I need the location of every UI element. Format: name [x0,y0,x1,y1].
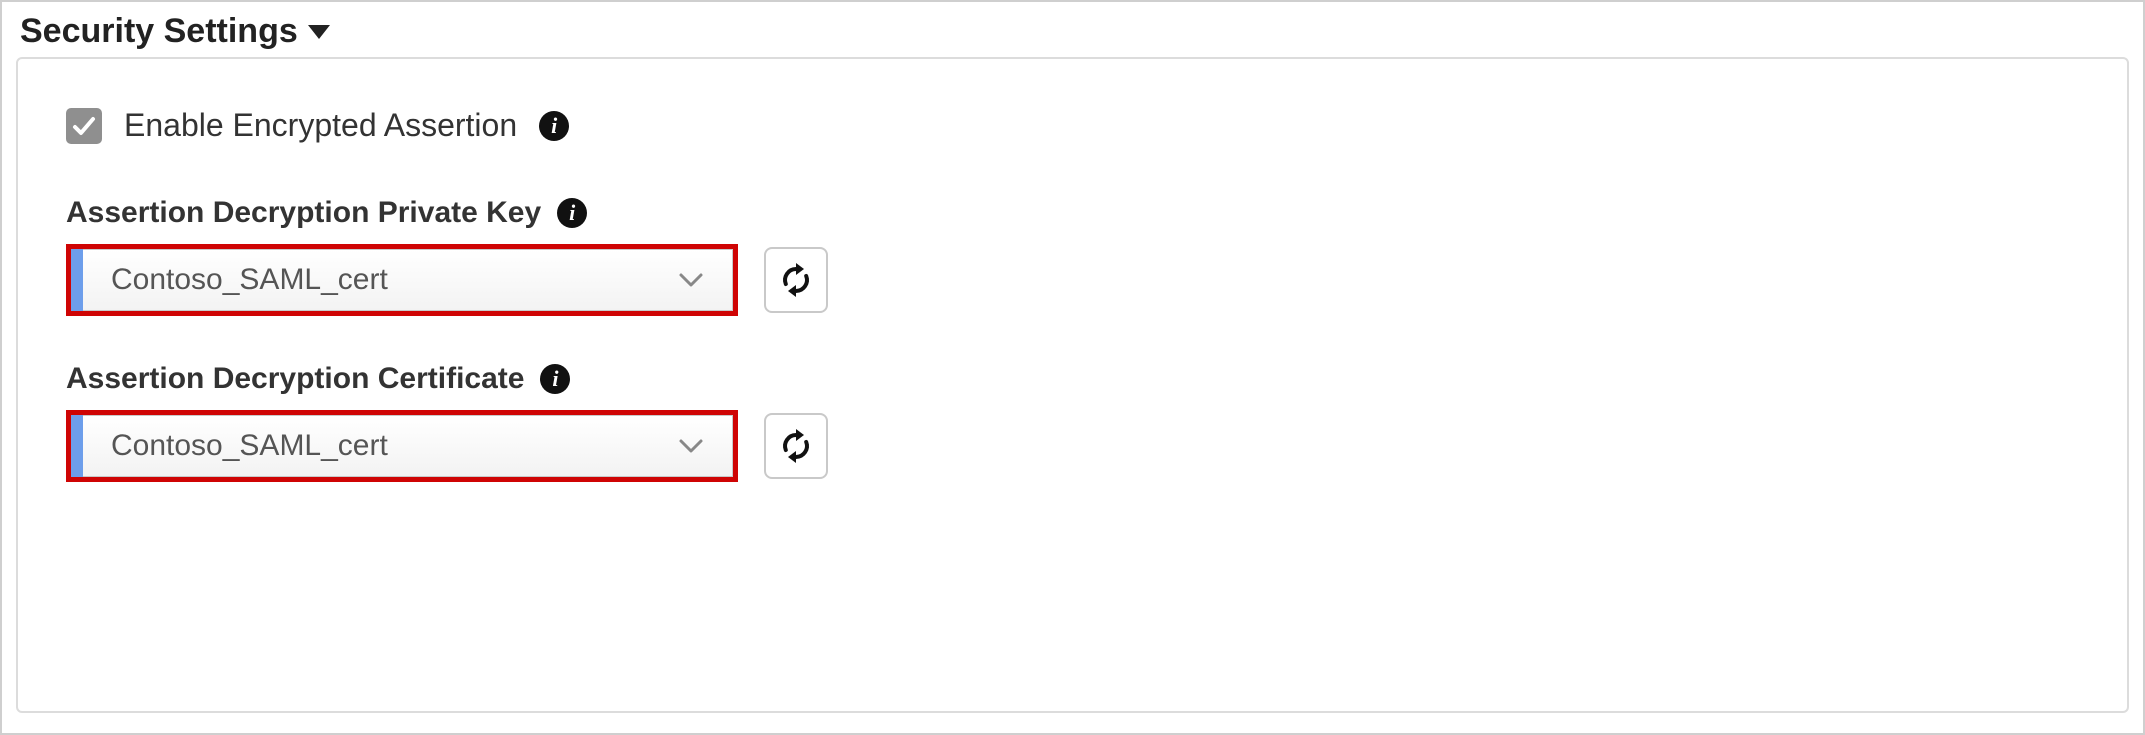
assertion-decryption-private-key-group: Assertion Decryption Private Key i Conto… [66,196,2079,316]
select-focus-edge [71,415,83,477]
caret-down-icon [308,25,330,39]
info-icon[interactable]: i [557,198,587,228]
private-key-label-row: Assertion Decryption Private Key i [66,196,2079,230]
select-focus-edge [71,249,83,311]
private-key-select-value: Contoso_SAML_cert [111,263,388,297]
chevron-down-icon [678,272,704,288]
section-body: Enable Encrypted Assertion i Assertion D… [16,57,2129,713]
enable-encrypted-assertion-row: Enable Encrypted Assertion i [66,107,2079,144]
certificate-label-row: Assertion Decryption Certificate i [66,362,2079,396]
section-title: Security Settings [20,12,298,51]
certificate-select[interactable]: Contoso_SAML_cert [66,410,738,482]
certificate-input-row: Contoso_SAML_cert [66,410,2079,482]
private-key-input-row: Contoso_SAML_cert [66,244,2079,316]
select-inner: Contoso_SAML_cert [83,415,733,477]
private-key-label: Assertion Decryption Private Key [66,196,541,230]
private-key-select[interactable]: Contoso_SAML_cert [66,244,738,316]
certificate-label: Assertion Decryption Certificate [66,362,524,396]
certificate-refresh-button[interactable] [764,413,828,479]
enable-encrypted-assertion-label: Enable Encrypted Assertion [124,107,517,144]
info-icon[interactable]: i [539,111,569,141]
chevron-down-icon [678,438,704,454]
security-settings-panel: Security Settings Enable Encrypted Asser… [0,0,2145,735]
assertion-decryption-certificate-group: Assertion Decryption Certificate i Conto… [66,362,2079,482]
section-header-security-settings[interactable]: Security Settings [2,2,2143,57]
info-icon[interactable]: i [540,364,570,394]
enable-encrypted-assertion-checkbox[interactable] [66,108,102,144]
private-key-refresh-button[interactable] [764,247,828,313]
select-inner: Contoso_SAML_cert [83,249,733,311]
certificate-select-value: Contoso_SAML_cert [111,429,388,463]
